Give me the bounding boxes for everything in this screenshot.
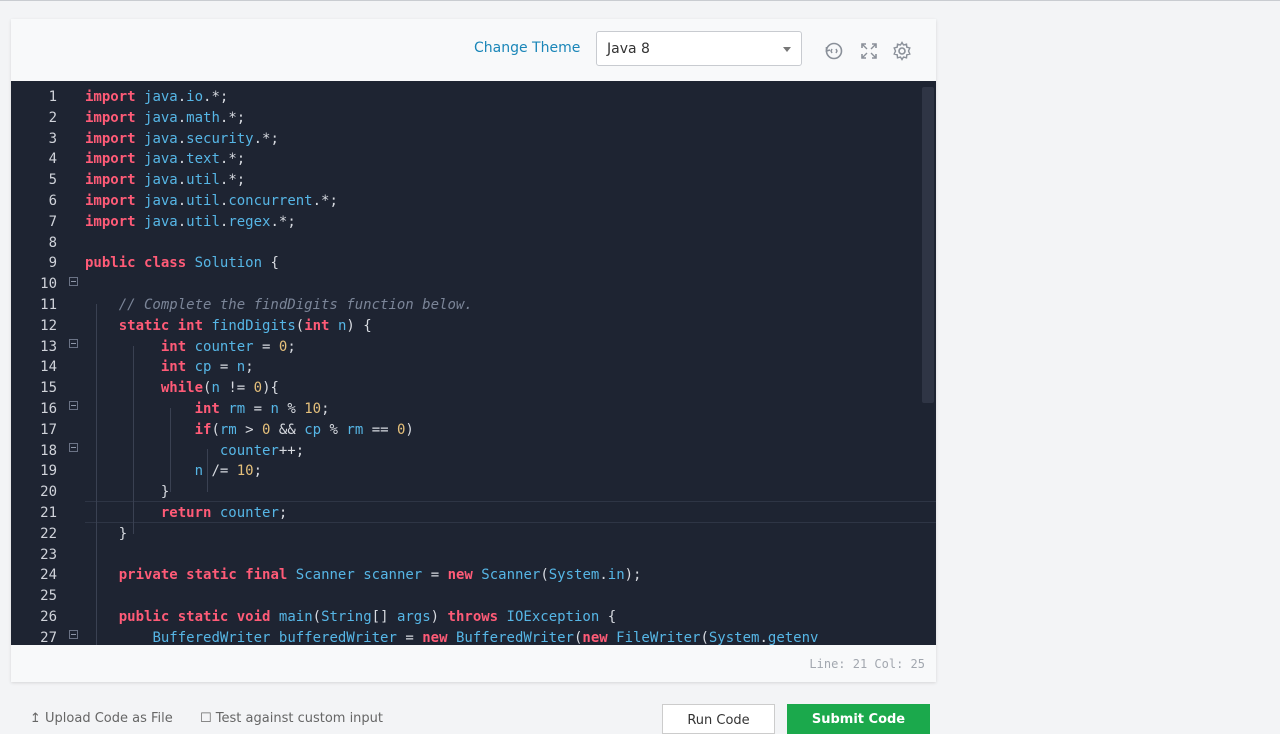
code-line: static int findDigits(int n) { <box>118 317 372 334</box>
code-area[interactable]: 1 2 3 4 5 6 7 8 9 10 11 12 13 14 15 16 17 18 19 20 21 22 23 24 2… <box>11 81 936 645</box>
line-number: 14 <box>40 359 57 376</box>
code-line: import java.util.regex.*; <box>85 213 296 230</box>
line-number: 7 <box>48 213 57 230</box>
line-number: 18 <box>40 442 57 459</box>
language-select-value: Java 8 <box>607 41 650 57</box>
line-number: 8 <box>48 234 57 251</box>
fold-toggle-icon[interactable] <box>69 339 78 348</box>
code-editor-panel: Change Theme Java 8 1 2 3 4 5 6 7 8 9 10 11 12 13 14 1 <box>11 19 936 682</box>
custom-input-checkbox[interactable]: ☐ Test against custom input <box>200 711 383 726</box>
line-number: 3 <box>48 130 57 147</box>
history-icon[interactable] <box>824 41 844 61</box>
line-number: 15 <box>40 380 57 397</box>
editor-toolbar: Change Theme Java 8 <box>11 19 936 81</box>
submit-code-button[interactable]: Submit Code <box>787 704 930 734</box>
line-number: 1 <box>48 89 57 105</box>
code-line: counter++; <box>219 442 305 459</box>
line-number: 17 <box>40 421 57 438</box>
settings-gear-icon[interactable] <box>892 41 912 61</box>
line-number: 10 <box>40 276 57 293</box>
line-number: 2 <box>48 109 57 126</box>
line-number: 27 <box>40 629 57 645</box>
line-number: 24 <box>40 567 57 584</box>
code-line: private static final Scanner scanner = n… <box>118 567 642 584</box>
line-number: 12 <box>40 317 57 334</box>
line-number: 9 <box>48 255 57 272</box>
line-number: 25 <box>40 588 57 605</box>
code-line: return counter; <box>160 505 288 521</box>
line-number: 23 <box>40 546 57 563</box>
code-line: BufferedWriter bufferedWriter = new Buff… <box>152 629 819 645</box>
line-number: 13 <box>40 338 57 355</box>
fold-toggle-icon[interactable] <box>69 443 78 452</box>
code-line: n /= 10; <box>194 463 263 480</box>
line-number: 20 <box>40 484 57 501</box>
line-number: 4 <box>48 151 57 168</box>
code-line: while(n != 0){ <box>160 380 279 397</box>
code-line: import java.util.concurrent.*; <box>85 193 338 209</box>
code-line: import java.security.*; <box>85 130 279 147</box>
run-code-button[interactable]: Run Code <box>662 704 775 734</box>
custom-input-label: Test against custom input <box>215 711 384 726</box>
line-number: 21 <box>40 505 57 521</box>
code-line: int cp = n; <box>160 359 254 376</box>
fold-toggle-icon[interactable] <box>69 630 78 639</box>
code-line: import java.io.*; <box>85 89 229 105</box>
code-line: int rm = n % 10; <box>194 401 330 417</box>
code-line: public class Solution { <box>85 255 279 272</box>
right-panel <box>936 1 1280 720</box>
code-line: import java.math.*; <box>85 109 246 126</box>
line-number: 19 <box>40 463 57 480</box>
code-line: // Complete the findDigits function belo… <box>118 297 473 313</box>
line-number: 11 <box>40 297 57 313</box>
line-number: 22 <box>40 525 57 542</box>
fullscreen-icon[interactable] <box>859 41 879 61</box>
upload-code-link[interactable]: ↥ Upload Code as File <box>30 711 173 726</box>
change-theme-link[interactable]: Change Theme <box>474 40 580 56</box>
code-line: if(rm > 0 && cp % rm == 0) <box>194 421 414 438</box>
code-line: } <box>160 484 170 501</box>
line-number: 16 <box>40 401 57 417</box>
chevron-down-icon <box>783 47 791 52</box>
line-number: 5 <box>48 172 57 189</box>
line-number: 26 <box>40 609 57 625</box>
code-line: int counter = 0; <box>160 338 296 355</box>
code-line: } <box>118 525 128 542</box>
fold-toggle-icon[interactable] <box>69 277 78 286</box>
line-number: 6 <box>48 193 57 209</box>
language-select[interactable]: Java 8 <box>596 31 802 66</box>
code-line: public static void main(String[] args) t… <box>118 609 617 625</box>
fold-toggle-icon[interactable] <box>69 401 78 410</box>
editor-status-bar: Line: 21 Col: 25 <box>11 645 936 682</box>
code-line: import java.text.*; <box>85 151 246 168</box>
upload-code-label: Upload Code as File <box>45 711 173 726</box>
editor-scrollbar[interactable] <box>922 87 934 403</box>
cursor-position: Line: 21 Col: 25 <box>809 657 925 671</box>
code-line: import java.util.*; <box>85 172 246 189</box>
